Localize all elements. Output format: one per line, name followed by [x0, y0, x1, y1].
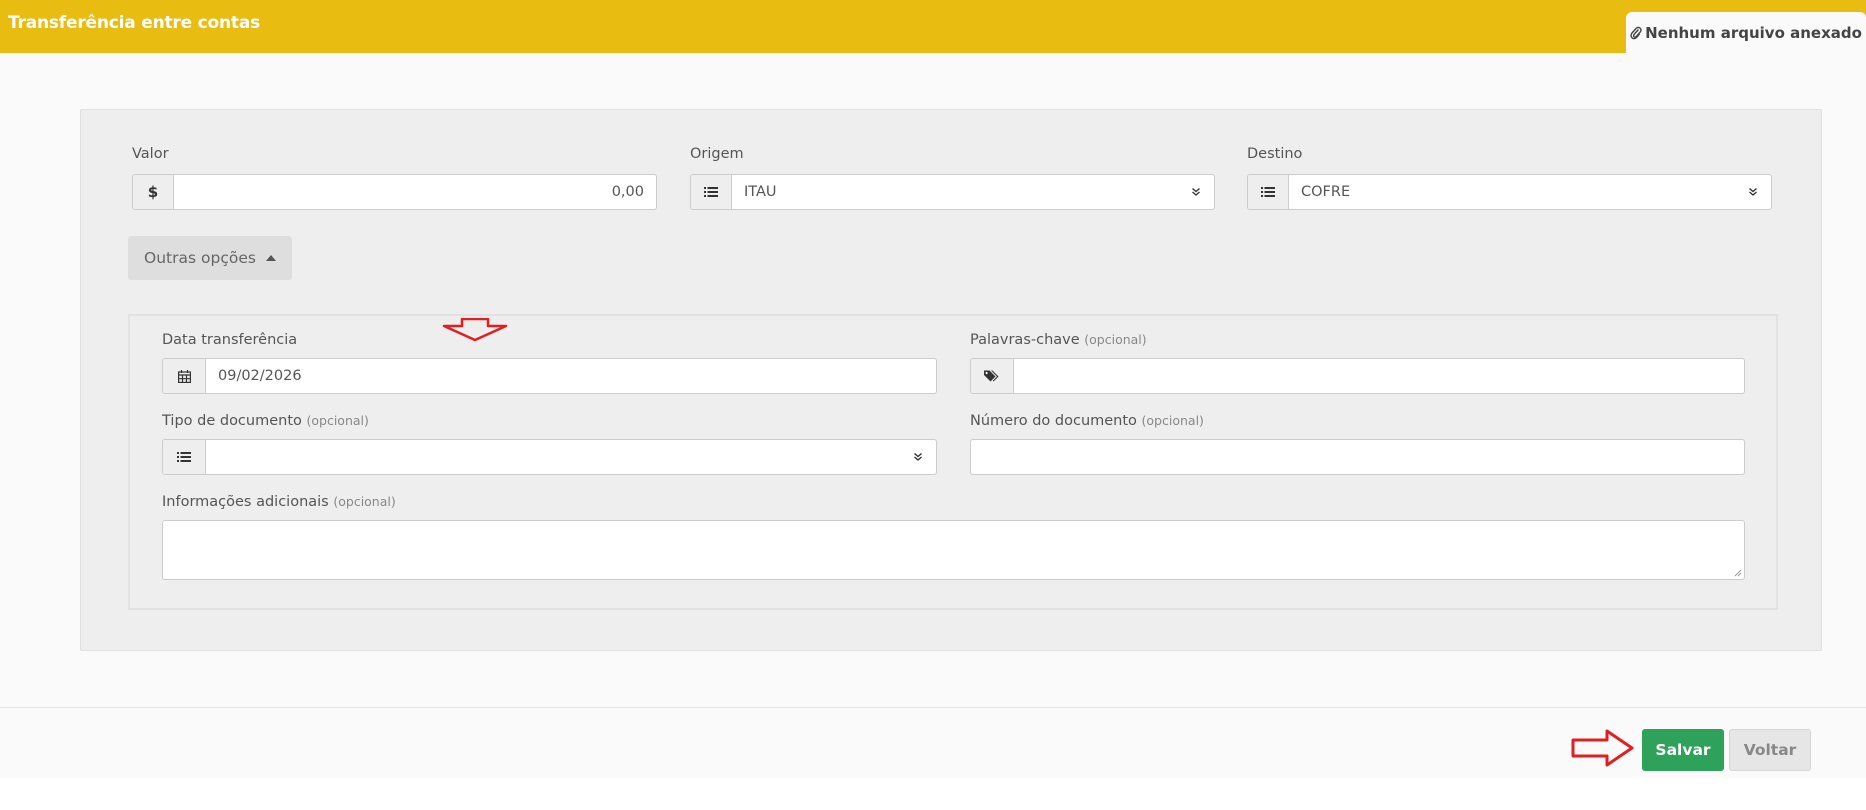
paperclip-icon [1630, 26, 1642, 39]
numero-documento-input[interactable] [971, 440, 1744, 474]
palavras-chave-input[interactable] [1014, 359, 1744, 393]
currency-addon: $ [133, 175, 174, 209]
optional-hint: (opcional) [306, 413, 369, 428]
numero-documento-label: Número do documento (opcional) [970, 413, 1204, 429]
page-body: Valor $ 0,00 Origem ITAU Destino COFRE O… [0, 53, 1866, 778]
palavras-chave-label-text: Palavras-chave [970, 332, 1080, 348]
valor-label: Valor [132, 146, 169, 162]
resize-grip-icon[interactable] [1734, 569, 1742, 577]
other-options-panel: Data transferência 09/02/2026 Palavras-c… [128, 314, 1778, 610]
header-bar: Transferência entre contas Nenhum arquiv… [0, 0, 1866, 53]
origem-select[interactable]: ITAU [690, 174, 1215, 210]
list-icon [691, 175, 732, 209]
tipo-documento-label-text: Tipo de documento [162, 413, 302, 429]
valor-input[interactable]: 0,00 [174, 175, 656, 209]
optional-hint: (opcional) [1084, 332, 1147, 347]
tipo-documento-label: Tipo de documento (opcional) [162, 413, 369, 429]
list-icon [1248, 175, 1289, 209]
double-chevron-down-icon [900, 440, 936, 474]
origem-value: ITAU [744, 184, 777, 200]
origem-label: Origem [690, 146, 744, 162]
tags-icon [971, 359, 1014, 393]
numero-documento-field[interactable] [970, 439, 1745, 475]
palavras-chave-field[interactable] [970, 358, 1745, 394]
annotation-arrow-right-icon [1571, 729, 1634, 767]
calendar-icon [163, 359, 206, 393]
informacoes-label: Informações adicionais (opcional) [162, 494, 396, 510]
destino-value: COFRE [1301, 184, 1351, 200]
attachment-label: Nenhum arquivo anexado [1645, 23, 1862, 42]
data-transferencia-field[interactable]: 09/02/2026 [162, 358, 937, 394]
save-button[interactable]: Salvar [1642, 729, 1724, 771]
data-transferencia-input[interactable]: 09/02/2026 [206, 359, 936, 393]
informacoes-textarea[interactable] [162, 520, 1745, 580]
footer-divider [0, 707, 1866, 708]
annotation-arrow-down-icon [442, 318, 508, 342]
form-panel: Valor $ 0,00 Origem ITAU Destino COFRE O… [80, 109, 1822, 651]
destino-select[interactable]: COFRE [1247, 174, 1772, 210]
tipo-documento-select[interactable] [162, 439, 937, 475]
back-button[interactable]: Voltar [1729, 729, 1811, 771]
destino-label: Destino [1247, 146, 1303, 162]
optional-hint: (opcional) [1141, 413, 1204, 428]
data-transferencia-label: Data transferência [162, 332, 298, 348]
numero-documento-label-text: Número do documento [970, 413, 1137, 429]
caret-up-icon [265, 255, 276, 261]
optional-hint: (opcional) [333, 494, 396, 509]
double-chevron-down-icon [1178, 175, 1214, 209]
tipo-documento-value [206, 440, 900, 474]
other-options-button[interactable]: Outras opções [128, 236, 292, 280]
attachment-tab[interactable]: Nenhum arquivo anexado [1626, 12, 1866, 53]
double-chevron-down-icon [1735, 175, 1771, 209]
other-options-label: Outras opções [144, 249, 256, 267]
valor-field[interactable]: $ 0,00 [132, 174, 657, 210]
page-title: Transferência entre contas [8, 13, 261, 33]
list-icon [163, 440, 206, 474]
informacoes-label-text: Informações adicionais [162, 494, 329, 510]
palavras-chave-label: Palavras-chave (opcional) [970, 332, 1147, 348]
